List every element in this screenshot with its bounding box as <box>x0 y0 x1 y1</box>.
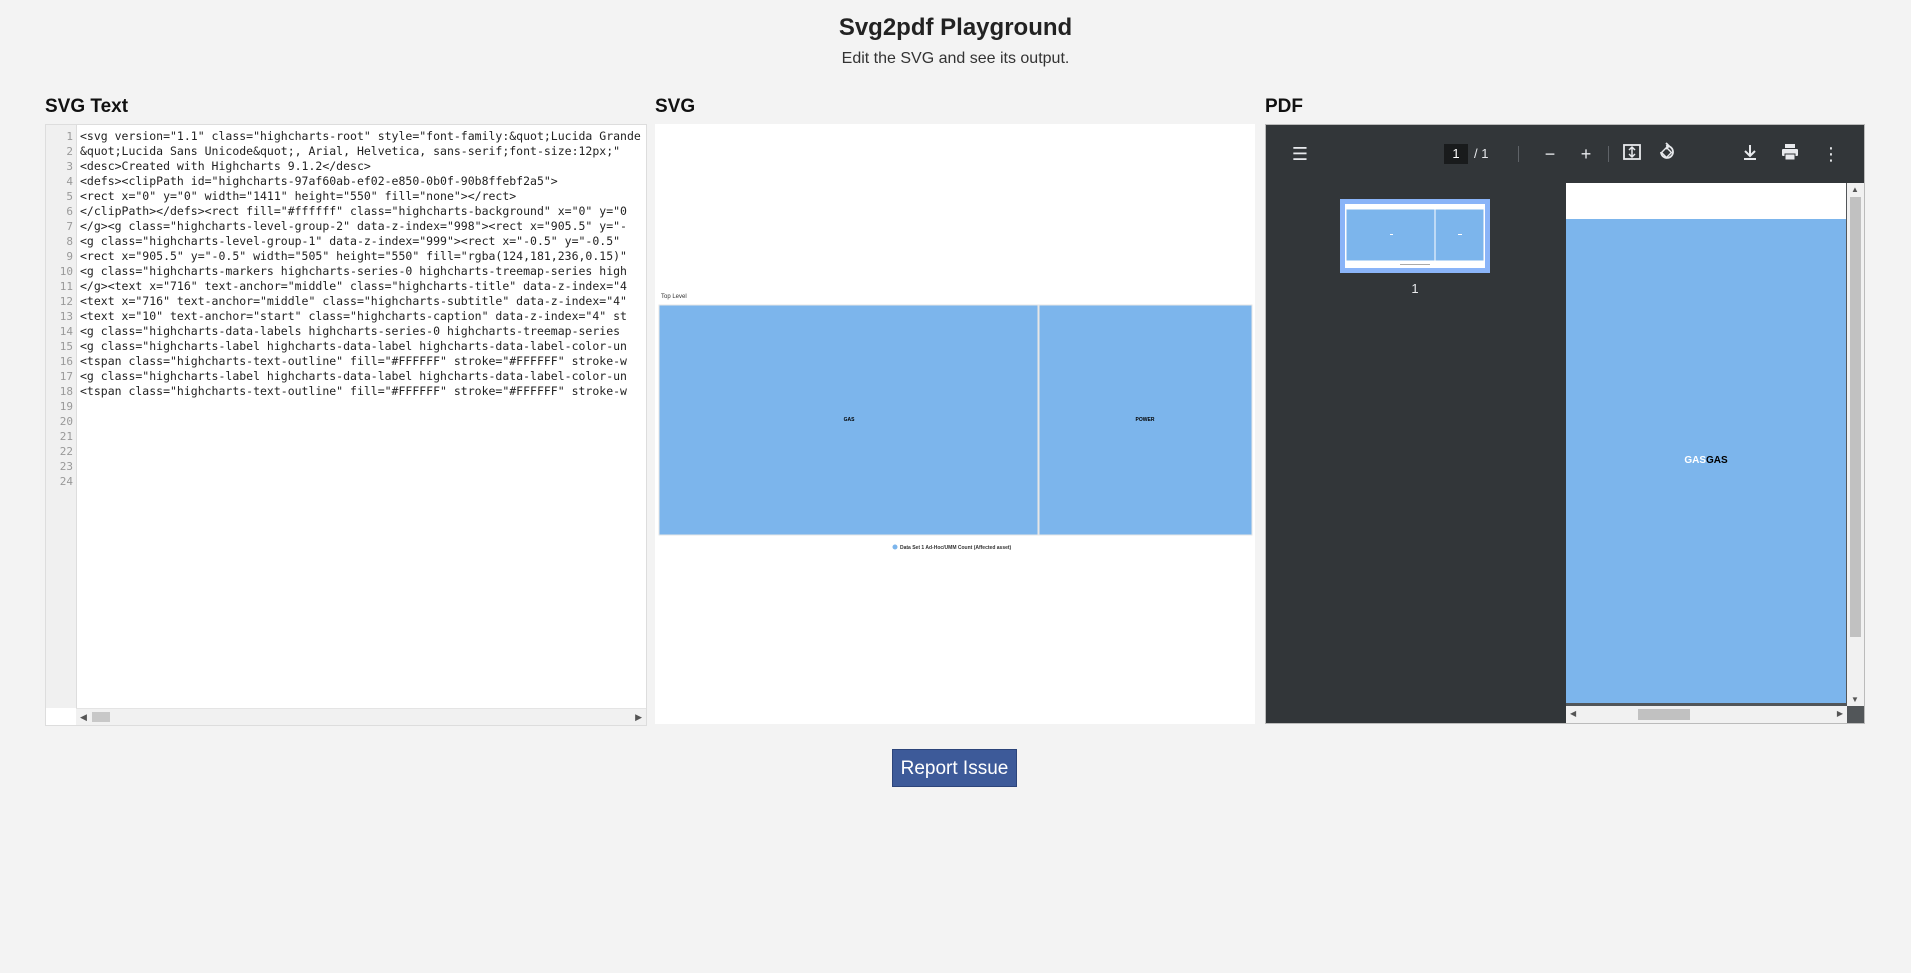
thumbnail-chart <box>1345 208 1485 265</box>
line-number: 11 <box>59 280 73 293</box>
code-line[interactable]: <g class="highcharts-markers highcharts-… <box>80 264 646 279</box>
svg-label: SVG <box>655 96 696 117</box>
pdf-page: GASGAS <box>1566 183 1846 703</box>
more-icon[interactable]: ⋮ <box>1819 142 1843 166</box>
line-number: 8 <box>66 235 73 248</box>
scrollbar-thumb[interactable] <box>1850 197 1861 637</box>
svg-text-label: SVG Text <box>45 96 129 117</box>
pdf-viewer: ☰ 1 / 1 − + ⋮ 1 GASGAS ▲ ▼ ◀ ▶ <box>1265 124 1865 724</box>
code-line[interactable]: <g class="highcharts-label highcharts-da… <box>80 339 646 354</box>
line-number: 22 <box>59 445 73 458</box>
cell-label-power: POWER <box>1136 417 1155 423</box>
code-line[interactable]: <text x="10" text-anchor="start" class="… <box>80 309 646 324</box>
pdf-label: PDF <box>1265 96 1303 117</box>
thumbnail-sidebar: 1 <box>1266 183 1566 723</box>
code-line[interactable]: <defs><clipPath id="highcharts-97af60ab-… <box>80 174 646 189</box>
zoom-in-icon[interactable]: + <box>1574 142 1598 166</box>
legend-marker <box>892 544 898 550</box>
svg-preview: Top Level GAS POWER Data Set 1 Ad-Hoc/UM… <box>655 124 1255 724</box>
pdf-toolbar: ☰ 1 / 1 − + ⋮ <box>1266 125 1864 183</box>
toolbar-divider <box>1608 146 1609 162</box>
line-number: 12 <box>59 295 73 308</box>
thumbnail-page <box>1345 204 1485 268</box>
code-line[interactable]: <g class="highcharts-data-labels highcha… <box>80 324 646 339</box>
line-number: 3 <box>66 160 73 173</box>
legend-text: Data Set 1 Ad-Hoc/UMM Count (Affected as… <box>900 545 1012 551</box>
line-number: 13 <box>59 310 73 323</box>
pdf-horizontal-scrollbar[interactable]: ◀ ▶ <box>1566 706 1847 723</box>
code-line[interactable]: </g><text x="716" text-anchor="middle" c… <box>80 279 646 294</box>
print-icon[interactable] <box>1778 142 1802 166</box>
page-title: Svg2pdf Playground <box>838 14 1073 41</box>
line-number: 7 <box>66 220 73 233</box>
scroll-right-icon[interactable]: ▶ <box>635 712 642 723</box>
fit-page-icon[interactable] <box>1620 142 1644 166</box>
pdf-page-area: GASGAS ▲ ▼ ◀ ▶ <box>1566 183 1864 723</box>
editor-horizontal-scrollbar[interactable]: ◀ ▶ <box>76 708 646 725</box>
code-line[interactable]: <rect x="0" y="0" width="1411" height="5… <box>80 189 646 204</box>
code-line[interactable]: <tspan class="highcharts-text-outline" f… <box>80 384 646 399</box>
thumbnail-page-number: 1 <box>1411 281 1419 296</box>
line-number: 1 <box>66 130 73 143</box>
scrollbar-thumb[interactable] <box>92 712 110 722</box>
line-number: 20 <box>59 415 73 428</box>
code-line[interactable]: <rect x="905.5" y="-0.5" width="505" hei… <box>80 249 646 264</box>
scroll-left-icon[interactable]: ◀ <box>80 712 87 723</box>
line-number: 4 <box>66 175 73 188</box>
rotate-icon[interactable] <box>1654 142 1678 166</box>
line-number: 18 <box>59 385 73 398</box>
code-line[interactable]: <svg version="1.1" class="highcharts-roo… <box>80 129 646 144</box>
scroll-left-icon[interactable]: ◀ <box>1570 709 1576 718</box>
scrollbar-thumb[interactable] <box>1638 709 1690 720</box>
line-number: 15 <box>59 340 73 353</box>
page-thumbnail[interactable] <box>1340 199 1490 273</box>
pdf-vertical-scrollbar[interactable]: ▲ ▼ <box>1847 183 1864 706</box>
code-line[interactable]: <tspan class="highcharts-text-outline" f… <box>80 354 646 369</box>
line-number: 21 <box>59 430 73 443</box>
line-number: 24 <box>59 475 73 488</box>
line-number: 6 <box>66 205 73 218</box>
scroll-down-icon[interactable]: ▼ <box>1851 695 1859 704</box>
line-number: 19 <box>59 400 73 413</box>
line-number-gutter: 1 2 3 4 5 6 7 8 9 10 11 12 13 14 15 16 17 18 19 20 21 22 23 24 <box>46 125 77 708</box>
line-number: 23 <box>59 460 73 473</box>
toolbar-divider <box>1518 146 1519 162</box>
download-icon[interactable] <box>1738 142 1762 166</box>
code-area[interactable]: <svg version="1.1" class="highcharts-roo… <box>80 129 646 704</box>
pdf-page-text: GASGAS <box>1566 455 1846 466</box>
scroll-right-icon[interactable]: ▶ <box>1837 709 1843 718</box>
page-subtitle: Edit the SVG and see its output. <box>841 50 1070 67</box>
page-total: / 1 <box>1474 146 1489 161</box>
breadcrumb-text: Top Level <box>661 294 687 300</box>
page-number-input[interactable]: 1 <box>1444 144 1468 164</box>
line-number: 17 <box>59 370 73 383</box>
line-number: 10 <box>59 265 73 278</box>
code-line[interactable]: <g class="highcharts-label highcharts-da… <box>80 369 646 384</box>
menu-icon[interactable]: ☰ <box>1288 142 1312 166</box>
line-number: 9 <box>66 250 73 263</box>
pdf-text-fill: GAS <box>1706 455 1728 466</box>
zoom-out-icon[interactable]: − <box>1538 142 1562 166</box>
line-number: 2 <box>66 145 73 158</box>
line-number: 14 <box>59 325 73 338</box>
cell-label-gas: GAS <box>844 417 856 423</box>
code-line[interactable]: <text x="716" text-anchor="middle" class… <box>80 294 646 309</box>
svg-preview-chart: Top Level GAS POWER Data Set 1 Ad-Hoc/UM… <box>658 294 1253 551</box>
code-line[interactable]: <desc>Created with Highcharts 9.1.2</des… <box>80 159 646 174</box>
svg-code-editor[interactable]: 1 2 3 4 5 6 7 8 9 10 11 12 13 14 15 16 17 18 19 20 21 22 23 24 … <box>45 124 647 726</box>
line-number: 5 <box>66 190 73 203</box>
pdf-text-outline: GAS <box>1684 455 1706 466</box>
code-line[interactable]: <g class="highcharts-level-group-1" data… <box>80 234 646 249</box>
report-issue-button[interactable]: Report Issue <box>892 749 1017 787</box>
code-line[interactable]: &quot;Lucida Sans Unicode&quot;, Arial, … <box>80 144 646 159</box>
code-line[interactable]: </clipPath></defs><rect fill="#ffffff" c… <box>80 204 646 219</box>
code-line[interactable]: </g><g class="highcharts-level-group-2" … <box>80 219 646 234</box>
scroll-up-icon[interactable]: ▲ <box>1851 185 1859 194</box>
line-number: 16 <box>59 355 73 368</box>
